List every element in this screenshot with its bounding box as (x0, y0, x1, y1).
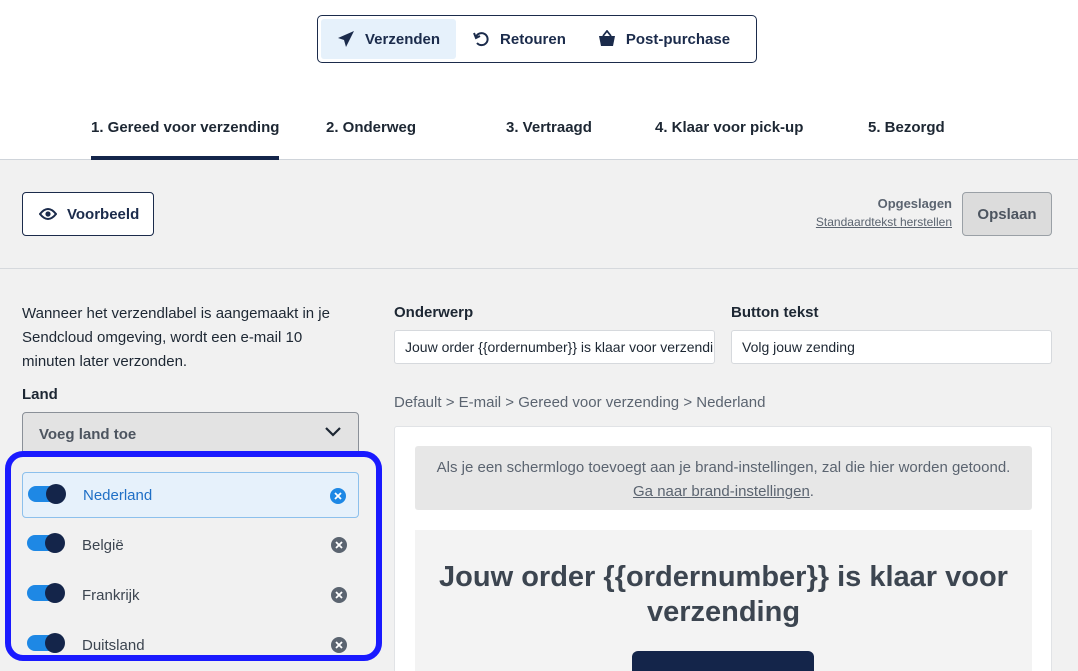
country-name: België (82, 536, 124, 554)
preview-button[interactable]: Voorbeeld (22, 192, 154, 236)
eye-icon (39, 208, 57, 220)
notice-period: . (809, 483, 814, 500)
country-item-nederland[interactable]: Nederland (22, 472, 359, 518)
remove-country-icon[interactable] (331, 587, 347, 603)
country-list-highlight: Nederland België Frankrijk Duitsland (5, 451, 382, 661)
paper-plane-icon (338, 31, 354, 47)
remove-country-icon[interactable] (331, 637, 347, 653)
step-tabs: 1. Gereed voor verzending 2. Onderweg 3.… (0, 96, 1078, 161)
email-preview: Als je een schermlogo toevoegt aan je br… (394, 426, 1052, 671)
subject-label: Onderwerp (394, 304, 474, 321)
country-item-belgie[interactable]: België (22, 522, 359, 568)
step-tab-5[interactable]: 5. Bezorgd (868, 96, 945, 160)
country-name: Duitsland (82, 636, 145, 654)
mode-switcher: Verzenden Retouren Post-purchase (317, 15, 757, 63)
reset-default-text-link[interactable]: Standaardtekst herstellen (816, 215, 952, 229)
logo-notice-text: Als je een schermlogo toevoegt aan je br… (436, 459, 1011, 476)
country-name: Nederland (83, 486, 153, 504)
logo-notice: Als je een schermlogo toevoegt aan je br… (415, 446, 1032, 510)
subject-input[interactable]: Jouw order {{ordernumber}} is klaar voor… (394, 330, 715, 364)
undo-icon (473, 32, 489, 47)
country-toggle[interactable] (27, 633, 65, 653)
country-toggle[interactable] (27, 583, 65, 603)
country-item-frankrijk[interactable]: Frankrijk (22, 572, 359, 618)
basket-icon (598, 30, 615, 46)
brand-settings-link[interactable]: Ga naar brand-instellingen (633, 483, 810, 500)
email-cta-button (632, 651, 814, 671)
remove-country-icon[interactable] (330, 488, 346, 504)
remove-country-icon[interactable] (331, 537, 347, 553)
editor-toolbar: Voorbeeld Opgeslagen Standaardtekst hers… (0, 160, 1078, 269)
tab-post-purchase[interactable]: Post-purchase (582, 19, 746, 59)
button-text-input[interactable]: Volg jouw zending (731, 330, 1052, 364)
saved-status-text: Opgeslagen (877, 196, 952, 211)
tab-label: Post-purchase (625, 30, 731, 48)
intro-text: Wanneer het verzendlabel is aangemaakt i… (22, 305, 330, 370)
tab-label: Retouren (500, 30, 566, 48)
step-tab-4[interactable]: 4. Klaar voor pick-up (655, 96, 803, 160)
step-tab-3[interactable]: 3. Vertraagd (506, 96, 592, 160)
country-toggle[interactable] (28, 484, 66, 504)
email-heading: Jouw order {{ordernumber}} is klaar voor… (439, 561, 1008, 628)
country-name: Frankrijk (82, 586, 140, 604)
land-label: Land (22, 386, 58, 403)
tab-verzenden[interactable]: Verzenden (321, 19, 457, 59)
save-status: Opgeslagen Standaardtekst herstellen (816, 196, 952, 229)
button-text-label: Button tekst (731, 304, 819, 321)
add-country-select[interactable]: Voeg land toe (22, 412, 359, 456)
step-tab-1[interactable]: 1. Gereed voor verzending (91, 96, 280, 161)
save-button[interactable]: Opslaan (962, 192, 1052, 236)
editor-area: Voorbeeld Opgeslagen Standaardtekst hers… (0, 160, 1078, 671)
email-body: Jouw order {{ordernumber}} is klaar voor… (415, 530, 1032, 671)
breadcrumb: Default > E-mail > Gereed voor verzendin… (394, 394, 766, 411)
country-toggle[interactable] (27, 533, 65, 553)
add-country-placeholder: Voeg land toe (39, 425, 137, 443)
tab-retouren[interactable]: Retouren (456, 19, 582, 59)
chevron-down-icon (325, 427, 341, 437)
step-tab-2[interactable]: 2. Onderweg (326, 96, 416, 160)
country-item-duitsland[interactable]: Duitsland (22, 622, 359, 655)
preview-button-label: Voorbeeld (67, 205, 140, 223)
tab-label: Verzenden (365, 30, 441, 48)
